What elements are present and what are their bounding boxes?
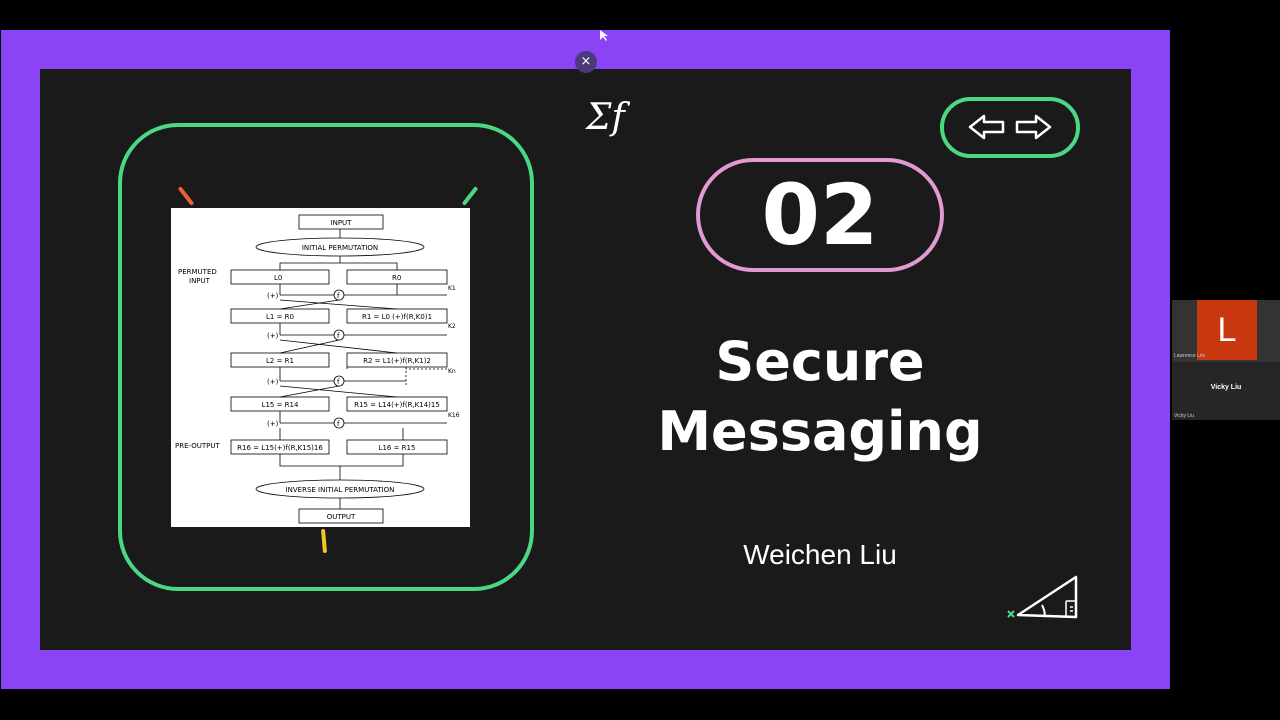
flow-xor-4: (+): [267, 420, 279, 428]
flow-l1: L1 = R0: [266, 313, 294, 321]
flow-l0: L0: [274, 274, 282, 282]
flow-permuted-label-2: INPUT: [189, 277, 211, 285]
sigma-f-decoration: Σf: [586, 97, 625, 138]
flow-k2: K2: [448, 323, 456, 330]
flow-initial-permutation: INITIAL PERMUTATION: [302, 244, 378, 252]
flow-f-1: f: [337, 292, 340, 300]
flow-permuted-label-1: PERMUTED: [178, 268, 217, 276]
flow-xor-2: (+): [267, 332, 279, 340]
section-number-text: 02: [761, 166, 879, 264]
participant-tile-active[interactable]: L Lawrence Lim: [1172, 300, 1280, 362]
flow-l16: L16 = R15: [379, 444, 416, 452]
flow-l15: L15 = R14: [262, 401, 299, 409]
flow-f-4: f: [337, 420, 340, 428]
flow-kn: Kn: [448, 368, 456, 375]
flow-xor-1: (+): [267, 292, 279, 300]
flow-xor-3: (+): [267, 378, 279, 386]
flow-inverse-permutation: INVERSE INITIAL PERMUTATION: [286, 486, 395, 494]
participant-name: Lawrence Lim: [1174, 353, 1206, 359]
flow-r0: R0: [392, 274, 401, 282]
des-flowchart: INPUT INITIAL PERMUTATION PERMUTED INPUT…: [171, 208, 470, 527]
mouse-cursor-icon: [600, 30, 608, 41]
arrow-right-icon[interactable]: [1014, 113, 1052, 141]
speaker-label: Vicky Liu: [1174, 413, 1194, 419]
triangle-doodle-icon: [1007, 575, 1078, 619]
flow-r15: R15 = L14(+)f(R,K14)15: [354, 401, 440, 409]
title-line-2: Messaging: [657, 400, 983, 463]
close-button[interactable]: ×: [575, 51, 597, 73]
flow-f-2: f: [337, 332, 340, 340]
flow-pre-output: PRE-OUTPUT: [175, 442, 220, 450]
flow-r2: R2 = L1(+)f(R,K1)2: [363, 357, 431, 365]
slide: INPUT INITIAL PERMUTATION PERMUTED INPUT…: [40, 69, 1131, 650]
flow-k16: K16: [448, 412, 460, 419]
flow-l2: L2 = R1: [266, 357, 294, 365]
title-line-1: Secure: [715, 330, 925, 393]
flow-r16: R16 = L15(+)f(R,K15)16: [237, 444, 323, 452]
slide-title: Secure Messaging: [600, 327, 1040, 467]
participants-panel: L Lawrence Lim Vicky Liu Vicky Liu: [1172, 300, 1280, 420]
nav-arrows-pill: [940, 97, 1080, 158]
avatar: L: [1197, 300, 1257, 360]
flow-input: INPUT: [331, 219, 353, 227]
flow-k1: K1: [448, 285, 456, 292]
section-number: 02: [696, 158, 944, 272]
speaker-name: Vicky Liu: [1210, 384, 1242, 391]
flow-output: OUTPUT: [327, 513, 356, 521]
flow-f-3: f: [337, 378, 340, 386]
author-name: Weichen Liu: [743, 539, 897, 570]
flow-r1: R1 = L0 (+)f(R,K0)1: [362, 313, 432, 321]
arrow-left-icon[interactable]: [968, 113, 1006, 141]
